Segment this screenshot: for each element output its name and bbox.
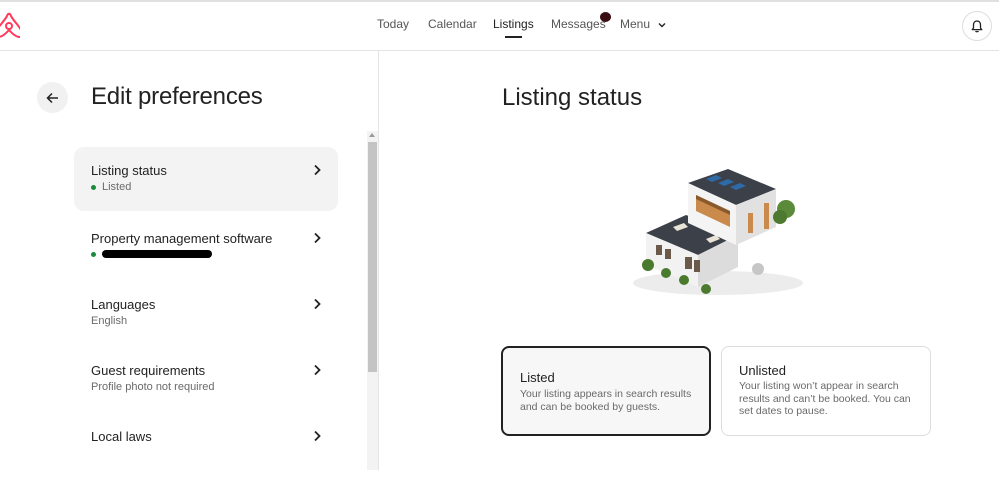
chevron-right-icon bbox=[314, 164, 321, 176]
nav-listings[interactable]: Listings bbox=[493, 17, 534, 38]
option-description: Your listing appears in search results a… bbox=[520, 388, 692, 413]
nav-calendar[interactable]: Calendar bbox=[428, 17, 477, 31]
page-title: Edit preferences bbox=[91, 83, 263, 110]
pref-item-listing-status[interactable]: Listing status Listed bbox=[74, 147, 338, 211]
nav-menu-label: Menu bbox=[620, 17, 651, 31]
scrollbar-thumb[interactable] bbox=[368, 142, 377, 372]
option-description: Your listing won’t appear in search resu… bbox=[739, 380, 911, 417]
option-title: Unlisted bbox=[739, 363, 786, 378]
pref-item-sub-text: Listed bbox=[102, 181, 132, 193]
pref-item-label: Local laws bbox=[91, 429, 152, 444]
pref-item-sub bbox=[91, 250, 212, 258]
chevron-right-icon bbox=[314, 364, 321, 376]
pref-item-sub: English bbox=[91, 315, 128, 327]
pref-item-sub: Profile photo not required bbox=[91, 381, 215, 393]
pref-item-local-laws[interactable]: Local laws bbox=[74, 413, 338, 477]
pref-item-sub: Listed bbox=[91, 181, 131, 193]
preferences-sidebar: Edit preferences Listing status Listed P… bbox=[0, 51, 379, 470]
main-nav: Today Calendar Listings Messages Menu bbox=[0, 17, 999, 38]
scroll-up-arrow[interactable] bbox=[369, 133, 375, 137]
chevron-right-icon bbox=[314, 232, 321, 244]
back-button[interactable] bbox=[37, 82, 68, 113]
nav-menu[interactable]: Menu bbox=[620, 17, 667, 31]
bell-icon bbox=[971, 19, 983, 32]
chevron-right-icon bbox=[314, 430, 321, 442]
messages-notification-dot bbox=[600, 12, 611, 22]
pref-item-label: Property management software bbox=[91, 231, 273, 246]
notifications-button[interactable] bbox=[962, 11, 992, 41]
arrow-left-icon bbox=[46, 92, 58, 103]
chevron-right-icon bbox=[314, 298, 321, 310]
top-navigation-bar: Today Calendar Listings Messages Menu bbox=[0, 0, 999, 51]
pref-item-label: Guest requirements bbox=[91, 363, 206, 378]
pref-item-guest-requirements[interactable]: Guest requirements Profile photo not req… bbox=[74, 347, 338, 411]
status-dot bbox=[91, 184, 96, 190]
nav-messages[interactable]: Messages bbox=[551, 17, 606, 31]
nav-today[interactable]: Today bbox=[377, 17, 409, 31]
listed-option-card[interactable]: Listed Your listing appears in search re… bbox=[501, 346, 711, 436]
pref-item-languages[interactable]: Languages English bbox=[74, 281, 338, 345]
status-dot bbox=[91, 251, 96, 257]
section-title: Listing status bbox=[502, 84, 643, 111]
pref-item-property-management-software[interactable]: Property management software bbox=[74, 215, 338, 279]
chevron-down-icon bbox=[658, 22, 666, 28]
option-title: Listed bbox=[520, 370, 555, 385]
pref-item-label: Listing status bbox=[91, 163, 167, 178]
pref-item-label: Languages bbox=[91, 297, 156, 312]
unlisted-option-card[interactable]: Unlisted Your listing won’t appear in se… bbox=[721, 346, 931, 436]
redacted-value bbox=[102, 250, 212, 258]
house-illustration bbox=[618, 165, 818, 300]
